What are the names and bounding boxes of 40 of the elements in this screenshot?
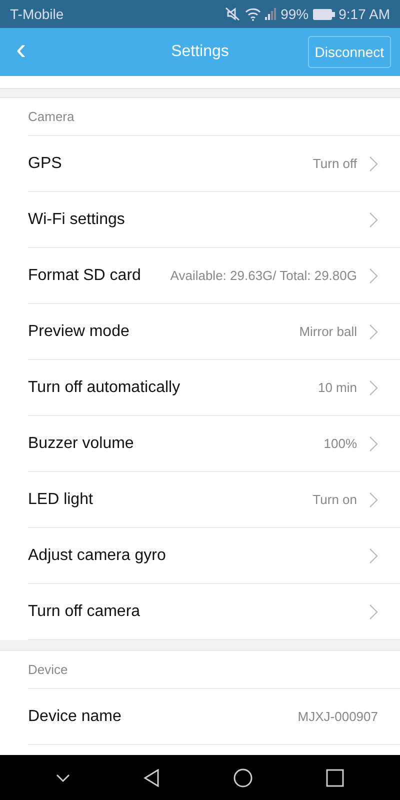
row-value: 10 min xyxy=(318,380,357,395)
battery-percent: 99% xyxy=(280,6,309,22)
signal-icon xyxy=(264,8,277,20)
row-value: Available: 29.63G/ Total: 29.80G xyxy=(170,268,357,283)
settings-row[interactable]: Wi-Fi settings xyxy=(28,192,400,248)
row-label: GPS xyxy=(28,154,62,172)
row-label: Turn off camera xyxy=(28,602,140,620)
settings-row[interactable]: Format SD card Available: 29.63G/ Total: 29.80G xyxy=(28,248,400,304)
chevron-down-icon[interactable] xyxy=(56,772,70,782)
settings-row[interactable]: Buzzer volume 100% xyxy=(28,416,400,472)
settings-row[interactable]: GPS Turn off xyxy=(28,136,400,192)
row-value: 100% xyxy=(324,436,357,451)
settings-row[interactable]: Turn off automatically 10 min xyxy=(28,360,400,416)
row-value: Turn on xyxy=(312,492,357,507)
settings-row[interactable]: Turn off camera xyxy=(28,584,400,640)
row-value: Mirror ball xyxy=(299,324,357,339)
clock: 9:17 AM xyxy=(338,6,390,22)
settings-row[interactable]: Adjust camera gyro xyxy=(28,528,400,584)
row-value: Turn off xyxy=(312,156,357,171)
row-value: MJXJ-000907 xyxy=(298,709,378,724)
row-label: Format SD card xyxy=(28,266,141,284)
settings-row[interactable]: LED light Turn on xyxy=(28,472,400,528)
row-label: Adjust camera gyro xyxy=(28,546,166,564)
row-label: Wi-Fi settings xyxy=(28,210,125,228)
wifi-icon xyxy=(244,7,261,21)
battery-icon xyxy=(312,8,335,20)
home-icon[interactable] xyxy=(233,768,254,788)
row-label: Buzzer volume xyxy=(28,434,134,452)
row-label: Preview mode xyxy=(28,322,130,340)
recents-icon[interactable] xyxy=(326,768,344,786)
screen-title: Settings xyxy=(171,43,229,61)
section-title: Device xyxy=(28,662,68,677)
back-icon[interactable] xyxy=(142,768,161,786)
row-label: Device name xyxy=(28,708,122,726)
carrier-name: T-Mobile xyxy=(10,6,64,22)
settings-row[interactable]: Preview mode Mirror ball xyxy=(28,304,400,360)
row-label: LED light xyxy=(28,490,93,508)
row-label: Turn off automatically xyxy=(28,378,180,396)
section-title: Camera xyxy=(28,109,74,124)
mute-icon xyxy=(224,7,241,21)
